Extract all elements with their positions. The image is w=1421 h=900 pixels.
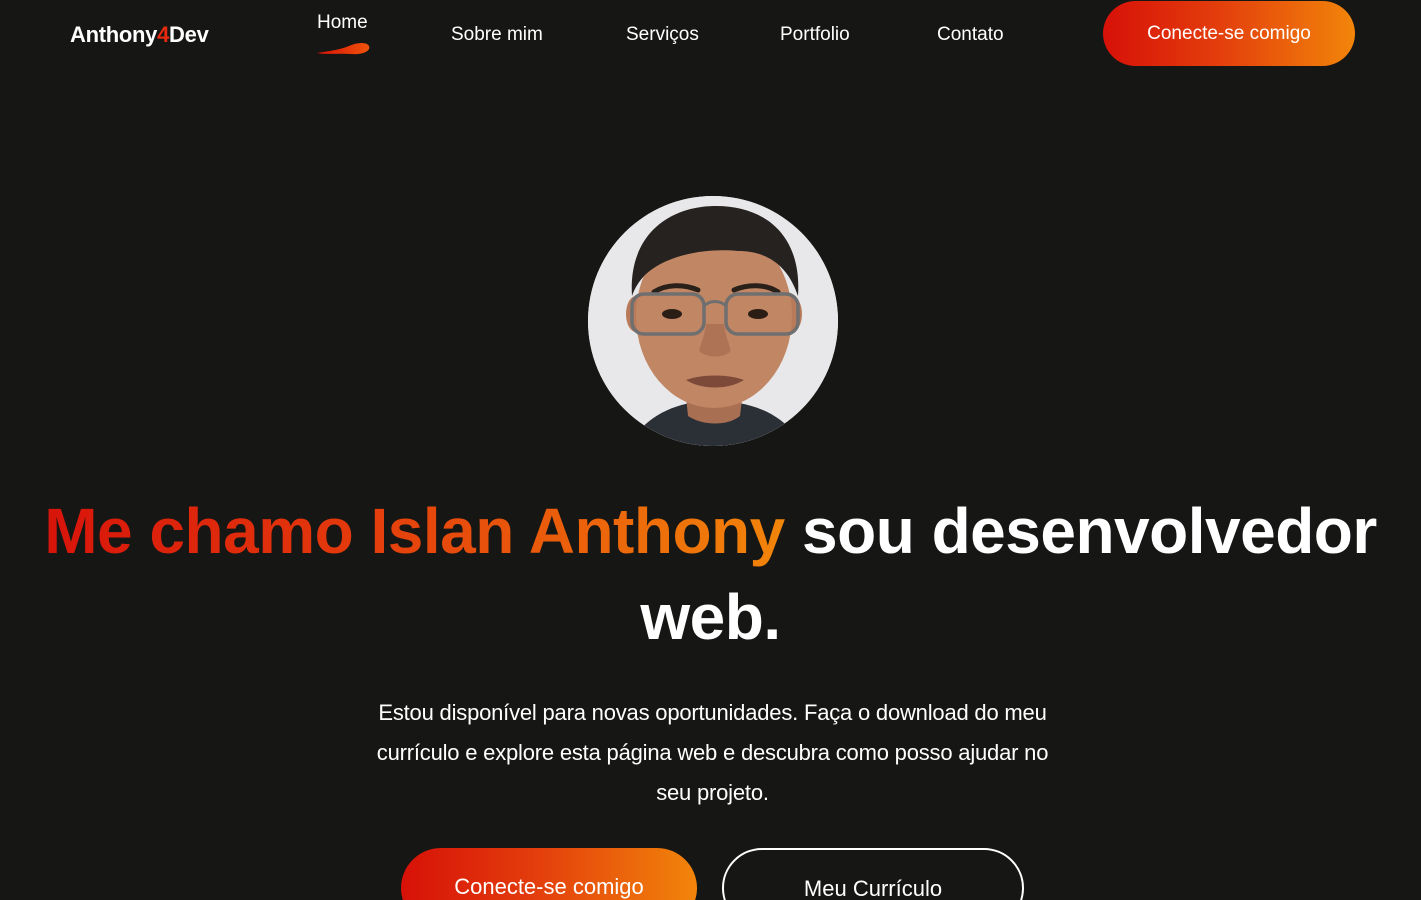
nav-link-contato[interactable]: Contato	[937, 24, 1004, 46]
brush-stroke-icon	[317, 43, 370, 55]
avatar	[588, 196, 838, 446]
profile-photo	[588, 196, 838, 446]
logo-text-prefix: Anthony	[70, 22, 158, 47]
headline-name: Me chamo Islan Anthony	[44, 495, 785, 567]
resume-button[interactable]: Meu Currículo	[722, 848, 1024, 900]
nav-link-home[interactable]: Home	[317, 12, 368, 34]
connect-button[interactable]: Conecte-se comigo	[1103, 1, 1355, 66]
navbar: Anthony4Dev Home Sobre mim Serviços Port…	[0, 0, 1421, 70]
hero-connect-button[interactable]: Conecte-se comigo	[401, 848, 697, 900]
nav-link-sobre-mim[interactable]: Sobre mim	[451, 24, 543, 46]
logo-text-accent: 4	[157, 22, 170, 47]
hero-description: Estou disponível para novas oportunidade…	[376, 700, 1049, 805]
nav-link-portfolio[interactable]: Portfolio	[780, 24, 850, 46]
nav-link-servicos[interactable]: Serviços	[626, 24, 699, 46]
logo-text-suffix: Dev	[169, 22, 209, 47]
site-logo[interactable]: Anthony4Dev	[70, 22, 209, 48]
hero-headline: Me chamo Islan Anthony sou desenvolvedor…	[0, 488, 1421, 660]
